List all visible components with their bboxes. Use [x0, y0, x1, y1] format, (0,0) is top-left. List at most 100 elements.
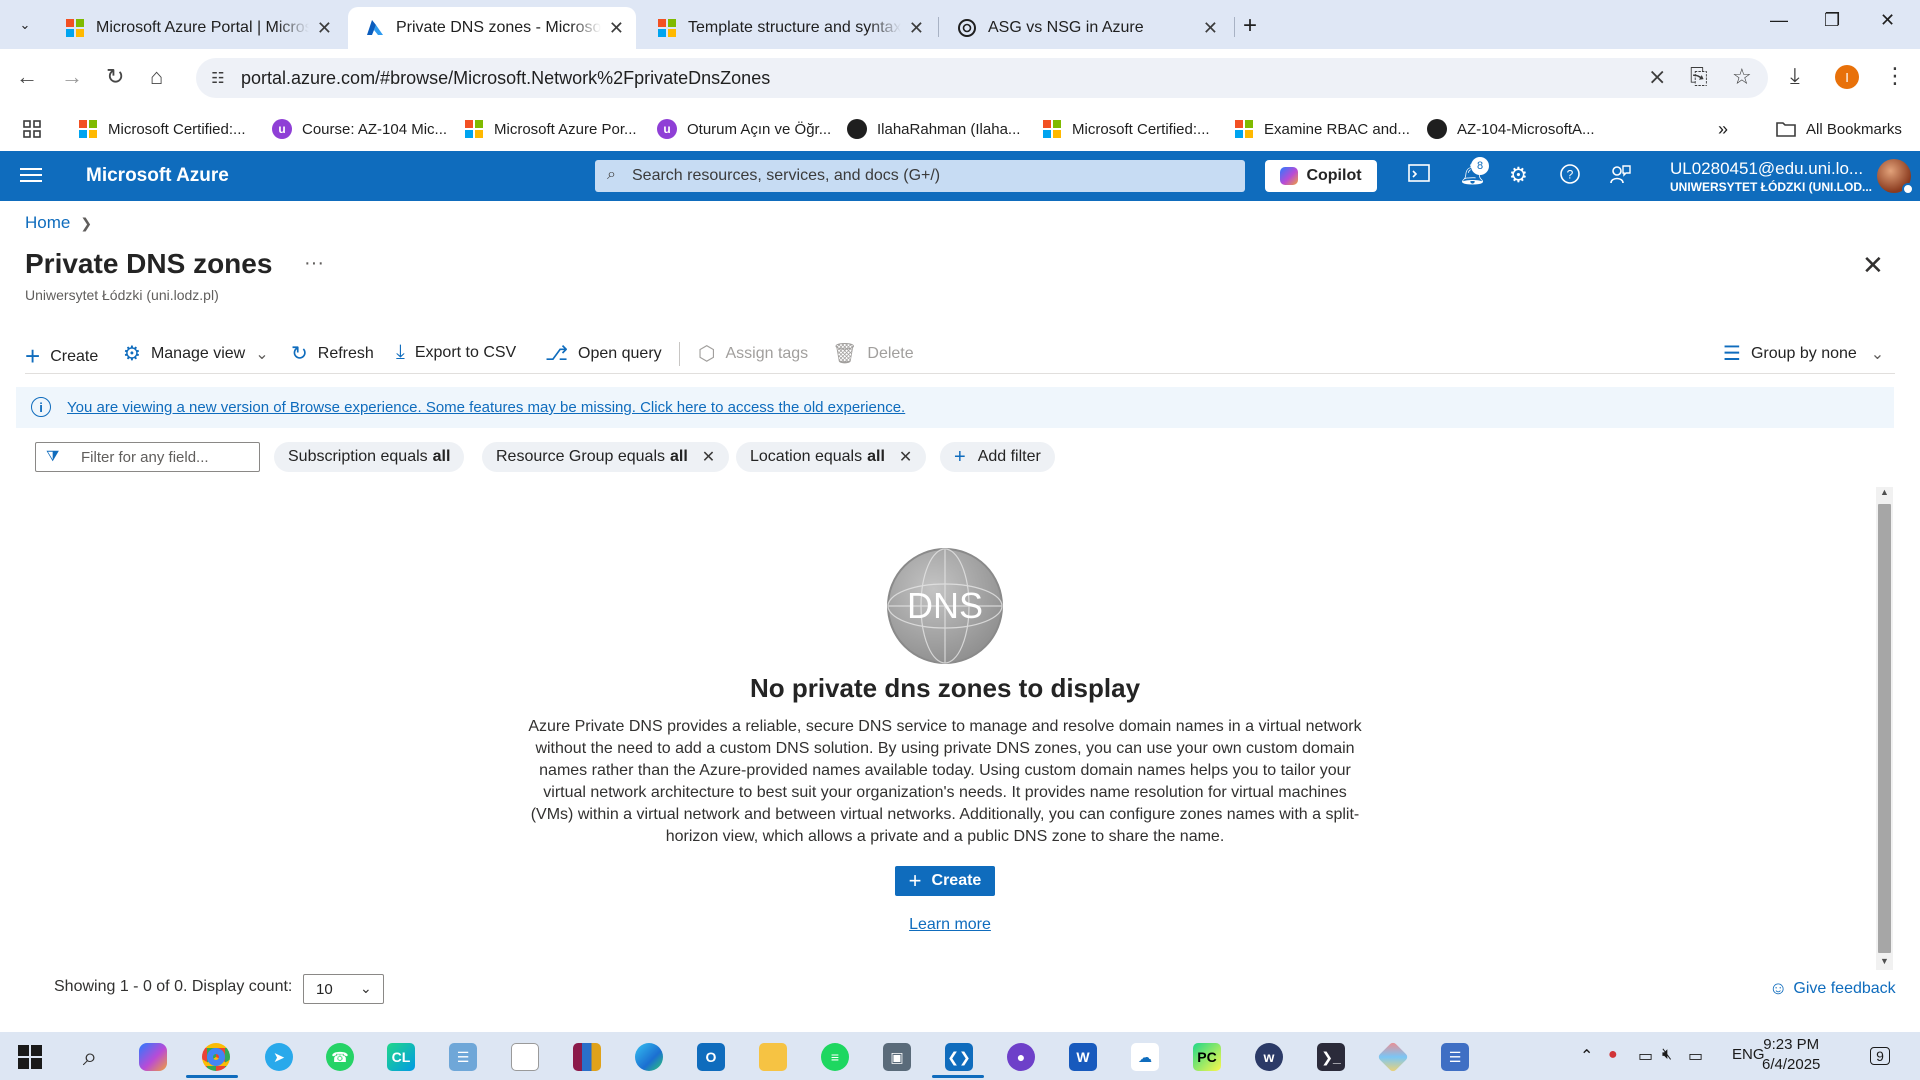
copilot-button[interactable]: Copilot [1265, 160, 1377, 192]
volume-muted-icon[interactable]: 🔇︎ [1662, 1046, 1672, 1064]
browser-tab[interactable]: Microsoft Azure Portal | Microsoft ✕ [48, 7, 344, 49]
display-count-select[interactable]: 10 ⌄ [303, 974, 384, 1004]
downloads-icon[interactable]: ⤓ [1790, 63, 1800, 89]
notepad-icon[interactable] [508, 1040, 542, 1074]
outlook-icon[interactable]: O [694, 1040, 728, 1074]
more-bookmarks-chevron-icon[interactable]: » [1718, 116, 1728, 142]
reload-icon[interactable]: ↻ [106, 64, 124, 90]
help-icon[interactable]: ? [1559, 163, 1581, 191]
control-panel-icon[interactable]: ☰ [446, 1040, 480, 1074]
add-filter-button[interactable]: + Add filter [940, 442, 1055, 472]
install-app-icon[interactable]: ⎘ [1690, 64, 1708, 90]
filter-pill-subscription[interactable]: Subscription equals all [274, 442, 465, 472]
tracking-off-icon[interactable]: ⨯ [1648, 64, 1666, 90]
network-icon[interactable]: ▭ [1688, 1046, 1703, 1066]
app-icon[interactable]: w [1252, 1040, 1286, 1074]
bookmark-item[interactable]: u Oturum Açın ve Öğr... [657, 116, 831, 142]
tab-close-icon[interactable]: ✕ [317, 18, 332, 39]
open-query-button[interactable]: ⎇ Open query [545, 341, 662, 366]
all-bookmarks[interactable]: All Bookmarks [1776, 116, 1902, 142]
refresh-button[interactable]: ↻ Refresh [291, 341, 374, 366]
chrome-icon[interactable] [199, 1040, 233, 1074]
pycharm-icon[interactable]: PC [1190, 1040, 1224, 1074]
back-arrow-icon[interactable]: ← [16, 64, 38, 90]
delete-button[interactable]: 🗑︎ Delete [832, 341, 914, 366]
search-icon[interactable]: ⌕ [73, 1040, 107, 1074]
filter-pill-location[interactable]: Location equals all ✕ [736, 442, 927, 472]
export-csv-button[interactable]: ⤓ Export to CSV [396, 341, 516, 364]
new-tab-plus-icon[interactable]: + [1243, 12, 1257, 40]
file-explorer-icon[interactable] [756, 1040, 790, 1074]
bookmark-item[interactable]: Microsoft Azure Por... [464, 116, 637, 142]
onedrive-icon[interactable]: ☁ [1128, 1040, 1162, 1074]
close-blade-icon[interactable]: ✕ [1862, 250, 1884, 281]
language-indicator[interactable]: ENG [1732, 1046, 1765, 1063]
app-diamond-icon[interactable] [1376, 1040, 1410, 1074]
notification-center-icon[interactable]: 9 [1867, 1044, 1893, 1068]
browser-tab[interactable]: ASG vs NSG in Azure ✕ [940, 7, 1230, 49]
apps-grid-icon[interactable] [22, 116, 42, 142]
assign-tags-button[interactable]: ⬡ Assign tags [698, 341, 808, 366]
telegram-icon[interactable]: ➤ [262, 1040, 296, 1074]
account-menu[interactable]: UL0280451@edu.uni.lo... UNIWERSYTET ŁÓDZ… [1670, 159, 1872, 194]
feedback-icon[interactable] [1609, 163, 1631, 191]
minimize-icon[interactable]: — [1770, 10, 1788, 31]
winrar-icon[interactable] [570, 1040, 604, 1074]
vmware-icon[interactable]: ▣ [880, 1040, 914, 1074]
address-bar[interactable]: ☷ portal.azure.com/#browse/Microsoft.Net… [196, 58, 1768, 98]
learn-more-link[interactable]: Learn more [880, 916, 1020, 934]
home-icon[interactable]: ⌂ [150, 64, 163, 90]
breadcrumb-home[interactable]: Home [25, 213, 70, 233]
settings-gear-icon[interactable]: ⚙ [1509, 163, 1528, 188]
group-by-dropdown[interactable]: ☰ Group by none ⌄ [1723, 341, 1884, 366]
remove-filter-icon[interactable]: ✕ [899, 447, 912, 467]
url-text[interactable]: portal.azure.com/#browse/Microsoft.Netwo… [241, 68, 770, 89]
manage-view-button[interactable]: ⚙ Manage view ⌄ [123, 341, 269, 366]
cloud-shell-icon[interactable] [1408, 163, 1430, 189]
forward-arrow-icon[interactable]: → [61, 64, 83, 90]
remove-filter-icon[interactable]: ✕ [702, 447, 715, 467]
give-feedback-link[interactable]: ☺ Give feedback [1769, 978, 1896, 999]
remote-desktop-icon[interactable]: ☰ [1438, 1040, 1472, 1074]
tab-close-icon[interactable]: ✕ [609, 18, 624, 39]
github-desktop-icon[interactable]: ● [1004, 1040, 1038, 1074]
tab-close-icon[interactable]: ✕ [1203, 18, 1218, 39]
copilot-app-icon[interactable] [136, 1040, 170, 1074]
chrome-tray-icon[interactable]: ● [1608, 1046, 1618, 1064]
old-experience-link[interactable]: You are viewing a new version of Browse … [67, 399, 905, 416]
portal-menu-icon[interactable] [20, 165, 42, 185]
bookmark-star-icon[interactable]: ☆ [1732, 64, 1752, 90]
bookmark-item[interactable]: IlahaRahman (Ilaha... [847, 116, 1020, 142]
bookmark-item[interactable]: Microsoft Certified:... [1042, 116, 1210, 142]
show-hidden-icons-chevron-icon[interactable]: ⌃ [1580, 1046, 1593, 1066]
battery-icon[interactable]: ▭ [1638, 1046, 1653, 1066]
scrollbar-thumb[interactable] [1878, 504, 1891, 953]
empty-state-create-button[interactable]: + Create [895, 866, 995, 896]
clion-icon[interactable]: CL [384, 1040, 418, 1074]
vertical-scrollbar[interactable]: ▲ ▼ [1876, 487, 1893, 970]
browser-tab-active[interactable]: Private DNS zones - Microsoft Azure ✕ [348, 7, 636, 49]
more-menu-icon[interactable]: ⋮ [1884, 63, 1906, 89]
more-options-ellipsis-icon[interactable]: ··· [304, 252, 324, 275]
bookmark-item[interactable]: Examine RBAC and... [1234, 116, 1410, 142]
close-window-icon[interactable]: ✕ [1880, 10, 1895, 31]
profile-avatar[interactable]: I [1835, 65, 1859, 89]
site-settings-icon[interactable]: ☷ [206, 66, 230, 90]
restore-icon[interactable]: ❐ [1824, 10, 1840, 31]
bookmark-item[interactable]: Microsoft Certified:... [78, 116, 246, 142]
system-clock[interactable]: 9:23 PM 6/4/2025 [1762, 1035, 1820, 1075]
powershell-icon[interactable]: ❯_ [1314, 1040, 1348, 1074]
bookmark-item[interactable]: u Course: AZ-104 Mic... [272, 116, 447, 142]
global-search-input[interactable]: ⌕ Search resources, services, and docs (… [595, 160, 1245, 192]
vscode-icon[interactable]: ❮❯ [942, 1040, 976, 1074]
whatsapp-icon[interactable]: ☎ [323, 1040, 357, 1074]
scroll-down-arrow-icon[interactable]: ▼ [1880, 956, 1889, 966]
scroll-up-arrow-icon[interactable]: ▲ [1880, 487, 1889, 497]
tab-search-chevron-icon[interactable]: ⌄ [12, 12, 38, 38]
azure-brand[interactable]: Microsoft Azure [86, 165, 229, 187]
filter-input[interactable]: ⧩ Filter for any field... [35, 442, 260, 472]
create-command-button[interactable]: + Create [25, 341, 98, 372]
start-windows-icon[interactable] [13, 1040, 47, 1074]
tab-close-icon[interactable]: ✕ [909, 18, 924, 39]
edge-icon[interactable] [632, 1040, 666, 1074]
